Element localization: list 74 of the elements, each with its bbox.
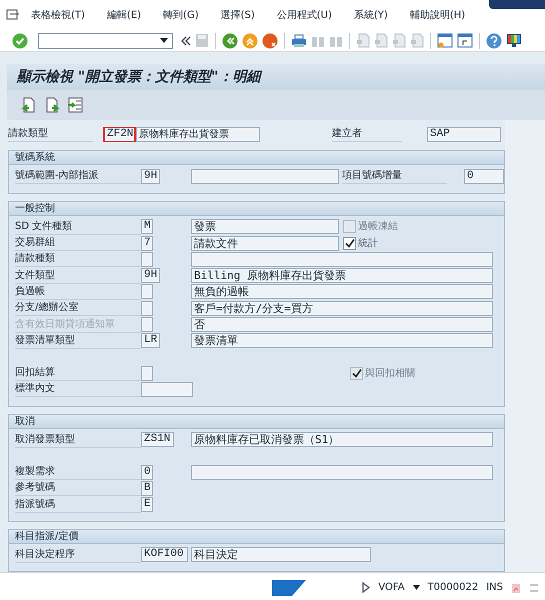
checkbox-label: 與回扣相關	[365, 366, 415, 381]
description-field[interactable]: 發票清單	[191, 333, 493, 348]
code-field[interactable]: 9H	[141, 268, 160, 284]
description-field[interactable]: 請款文件	[191, 236, 339, 251]
field-label: 請款類型	[8, 126, 93, 142]
new-session-icon[interactable]	[437, 33, 453, 48]
transaction-code[interactable]: VOFA	[378, 580, 405, 595]
code-field[interactable]	[141, 300, 153, 316]
description-field[interactable]	[191, 168, 339, 184]
checkbox-label: 過帳凍結	[358, 220, 398, 234]
dropdown-icon[interactable]	[160, 38, 168, 43]
check-icon	[352, 368, 362, 378]
code-field[interactable]	[141, 252, 153, 267]
group-title: 號碼系統	[9, 151, 504, 166]
code-field[interactable]: E	[141, 497, 153, 512]
exit-icon[interactable]	[242, 32, 258, 48]
created-by-field[interactable]: SAP	[427, 126, 501, 142]
description-field[interactable]: 原物料庫存已取消發票（S1）	[191, 432, 493, 448]
menu-item[interactable]: 選擇(S)	[210, 8, 266, 22]
code-field[interactable]: 9H	[141, 168, 160, 184]
code-field[interactable]: M	[141, 219, 153, 234]
description-field[interactable]: Billing 原物料庫存出貨發票	[191, 268, 493, 284]
checkbox-label: 統計	[358, 236, 378, 251]
page-left-arrow-icon[interactable]	[21, 97, 37, 113]
code-field[interactable]: B	[141, 480, 153, 496]
code-field[interactable]: LR	[141, 333, 160, 348]
print-icon[interactable]	[291, 34, 307, 48]
server-name: T0000022	[428, 581, 478, 595]
description-field[interactable]	[191, 252, 493, 267]
code-field[interactable]: ZS1N	[141, 432, 174, 448]
menu-icon[interactable]	[6, 9, 20, 21]
monitor-icon[interactable]	[506, 33, 522, 48]
double-chevron-icon[interactable]	[181, 36, 191, 46]
checkbox[interactable]	[343, 236, 356, 250]
check-icon	[344, 238, 354, 248]
description-field[interactable]: 原物料庫存出貨發票	[136, 126, 260, 142]
group-title: 一般控制	[9, 202, 504, 216]
description-field[interactable]	[191, 464, 493, 480]
sap-logo	[272, 580, 306, 596]
menu-item[interactable]: 編輯(E)	[96, 8, 152, 22]
code-field[interactable]: 7	[141, 236, 153, 251]
menu-item[interactable]: 公用程式(U)	[266, 8, 343, 22]
play-icon[interactable]	[362, 582, 370, 593]
chart-icon[interactable]	[511, 582, 521, 594]
dropdown-icon[interactable]	[412, 585, 420, 590]
code-field[interactable]: KOFI00	[141, 547, 188, 562]
input-mode: INS	[486, 581, 503, 595]
menu-item[interactable]: 系統(Y)	[342, 8, 399, 22]
code-field[interactable]	[141, 284, 153, 300]
help-icon[interactable]	[486, 32, 502, 48]
shortcut-icon[interactable]	[457, 33, 473, 48]
description-field[interactable]: 無負的過帳	[191, 284, 493, 300]
screen-title: 顯示檢視 "開立發票：文件類型"：明細	[7, 64, 545, 90]
description-field[interactable]: 發票	[191, 219, 339, 234]
code-field[interactable]	[141, 317, 153, 332]
group-title: 取消	[9, 414, 504, 429]
description-field[interactable]: 科目決定	[191, 547, 371, 562]
text-field[interactable]	[141, 382, 193, 397]
code-field[interactable]	[141, 366, 153, 381]
page-right-arrow-icon[interactable]	[44, 97, 60, 113]
menu-item[interactable]: 輔助說明(H)	[398, 8, 476, 22]
back-icon[interactable]	[222, 32, 238, 48]
menu-item[interactable]: 表格檢視(T)	[20, 8, 96, 22]
menu-item[interactable]: 轉到(G)	[152, 8, 210, 22]
field-label: 建立者	[332, 126, 402, 142]
group-title: 科目指派/定價	[9, 530, 504, 544]
command-field[interactable]	[38, 32, 173, 48]
increment-field[interactable]: 0	[464, 168, 504, 184]
field-label: 項目號碼增量	[342, 168, 447, 184]
description-field[interactable]: 客戶=付款方/分支=買方	[191, 300, 493, 316]
code-field[interactable]: 0	[141, 464, 153, 480]
enter-icon[interactable]	[12, 32, 28, 48]
billing-type-field[interactable]: ZF2N	[103, 126, 136, 142]
cancel-icon[interactable]	[262, 32, 278, 48]
